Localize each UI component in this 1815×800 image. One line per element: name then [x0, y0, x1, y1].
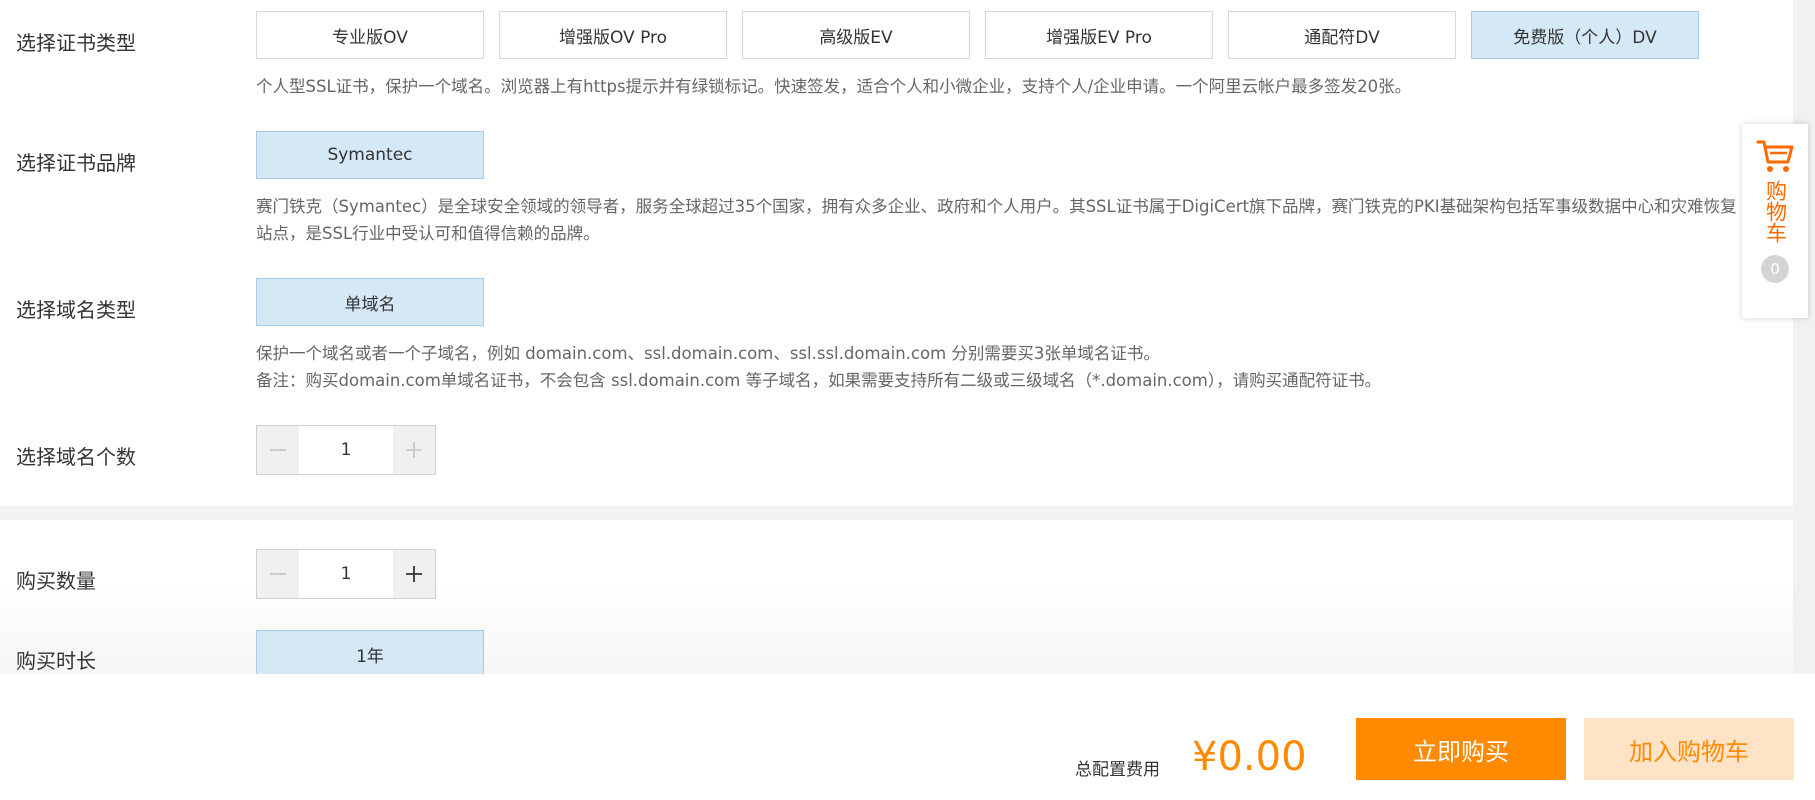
total-cost-label: 总配置费用	[1075, 760, 1160, 780]
cert-type-description: 个人型SSL证书，保护一个域名。浏览器上有https提示并有绿锁标记。快速签发，…	[256, 77, 1412, 96]
minus-icon	[270, 449, 286, 451]
section-divider	[0, 506, 1793, 520]
cart-count-badge: 0	[1761, 255, 1789, 283]
cert-type-option-wildcard-dv[interactable]: 通配符DV	[1228, 11, 1456, 59]
buy-now-button[interactable]: 立即购买	[1356, 718, 1566, 780]
cart-label: 购物车	[1763, 180, 1788, 243]
config-panel-cert: 选择证书类型 专业版OV 增强版OV Pro 高级版EV 增强版EV Pro 通…	[0, 0, 1793, 506]
purchase-quantity-decrement-button[interactable]	[257, 550, 299, 598]
domain-count-stepper: 1	[256, 425, 436, 475]
domain-type-option-single[interactable]: 单域名	[256, 278, 484, 326]
total-cost-value: ¥0.00	[1192, 734, 1307, 780]
scrollbar-track[interactable]	[1793, 0, 1815, 674]
shopping-cart-icon	[1756, 140, 1794, 172]
domain-count-increment-button[interactable]	[393, 426, 435, 474]
domain-type-description-1: 保护一个域名或者一个子域名，例如 domain.com、ssl.domain.c…	[256, 344, 1160, 363]
purchase-quantity-increment-button[interactable]	[393, 550, 435, 598]
plus-icon	[406, 566, 422, 582]
cert-brand-option-symantec[interactable]: Symantec	[256, 131, 484, 179]
purchase-quantity-stepper: 1	[256, 549, 436, 599]
purchase-quantity-value[interactable]: 1	[299, 550, 393, 598]
purchase-duration-option-1-year[interactable]: 1年	[256, 630, 484, 678]
cert-type-option-free-dv[interactable]: 免费版（个人）DV	[1471, 11, 1699, 59]
cert-type-option-ov-pro[interactable]: 增强版OV Pro	[499, 11, 727, 59]
cart-widget[interactable]: 购物车 0	[1742, 124, 1808, 318]
add-to-cart-button[interactable]: 加入购物车	[1584, 718, 1794, 780]
cert-brand-label: 选择证书品牌	[16, 151, 136, 175]
domain-type-label: 选择域名类型	[16, 298, 136, 322]
purchase-quantity-label: 购买数量	[16, 569, 96, 593]
domain-count-decrement-button[interactable]	[257, 426, 299, 474]
cert-type-option-ov[interactable]: 专业版OV	[256, 11, 484, 59]
order-footer: 总配置费用 ¥0.00 立即购买 加入购物车	[0, 674, 1815, 800]
domain-type-description-2: 备注：购买domain.com单域名证书，不会包含 ssl.domain.com…	[256, 371, 1382, 390]
cert-type-label: 选择证书类型	[16, 31, 136, 55]
domain-count-label: 选择域名个数	[16, 445, 136, 469]
minus-icon	[270, 573, 286, 575]
cert-type-option-ev-pro[interactable]: 增强版EV Pro	[985, 11, 1213, 59]
plus-icon	[406, 442, 422, 458]
purchase-duration-label: 购买时长	[16, 649, 96, 673]
domain-count-value[interactable]: 1	[299, 426, 393, 474]
config-panel-purchase: 购买数量 1 购买时长 1年	[0, 520, 1793, 678]
cert-type-option-ev[interactable]: 高级版EV	[742, 11, 970, 59]
cert-brand-description: 赛门铁克（Symantec）是全球安全领域的领导者，服务全球超过35个国家，拥有…	[256, 197, 1737, 243]
